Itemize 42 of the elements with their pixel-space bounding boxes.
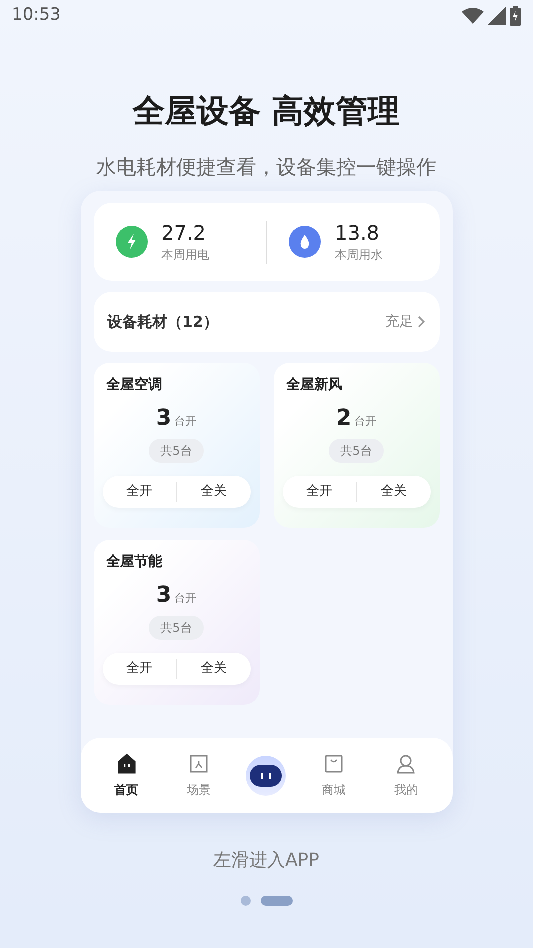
usage-label: 本周用水: [335, 246, 383, 264]
total-count: 共5台: [328, 439, 384, 463]
tab-bar-item[interactable]: 首页: [102, 752, 152, 798]
on-unit: 台开: [354, 414, 377, 430]
wifi-icon: [462, 8, 484, 24]
house-icon: [116, 752, 138, 774]
total-count: 共5台: [148, 616, 204, 640]
usage-value: 27.2: [162, 220, 208, 246]
status-time: 10:53: [12, 4, 61, 28]
lightning-icon: [116, 226, 148, 258]
switch-button[interactable]: 全开: [102, 659, 176, 679]
group-title: 全屋空调: [106, 376, 162, 395]
water-drop-icon: [289, 226, 321, 258]
switch-button[interactable]: 全关: [176, 482, 250, 502]
signal-icon: [488, 7, 506, 25]
chevron-right-icon: [418, 316, 426, 328]
on-unit: 台开: [174, 590, 197, 606]
switch-button[interactable]: 全关: [356, 482, 430, 502]
group-title: 全屋节能: [106, 553, 162, 572]
battery-icon: [510, 6, 521, 26]
person-icon: [395, 752, 418, 774]
headline: 全屋设备 高效管理: [132, 95, 400, 127]
usage-value: 13.8: [335, 220, 381, 246]
total-count: 共5台: [148, 439, 204, 463]
frame-icon: [188, 752, 210, 774]
subtitle: 水电耗材便捷查看，设备集控一键操作: [96, 157, 436, 177]
consumables-row[interactable]: 设备耗材（12） 充足: [94, 292, 440, 352]
usage-label: 本周用电: [162, 246, 210, 264]
robot-assistant-button[interactable]: [246, 756, 286, 796]
on-unit: 台开: [174, 414, 197, 430]
swipe-hint: 左滑进入APP: [213, 849, 320, 873]
group-title: 全屋新风: [286, 376, 342, 395]
switch-button[interactable]: 全开: [282, 482, 356, 502]
on-count: 3: [156, 408, 172, 430]
tab-bar-item[interactable]: 场景: [174, 752, 224, 798]
tab-bar-item[interactable]: 商城: [308, 752, 359, 798]
on-count: 3: [156, 585, 172, 607]
bag-icon: [322, 752, 345, 774]
switch-button[interactable]: 全关: [176, 659, 250, 679]
tab-bar-item[interactable]: 我的: [381, 752, 432, 798]
on-count: 2: [336, 408, 352, 430]
switch-button[interactable]: 全开: [102, 482, 176, 502]
